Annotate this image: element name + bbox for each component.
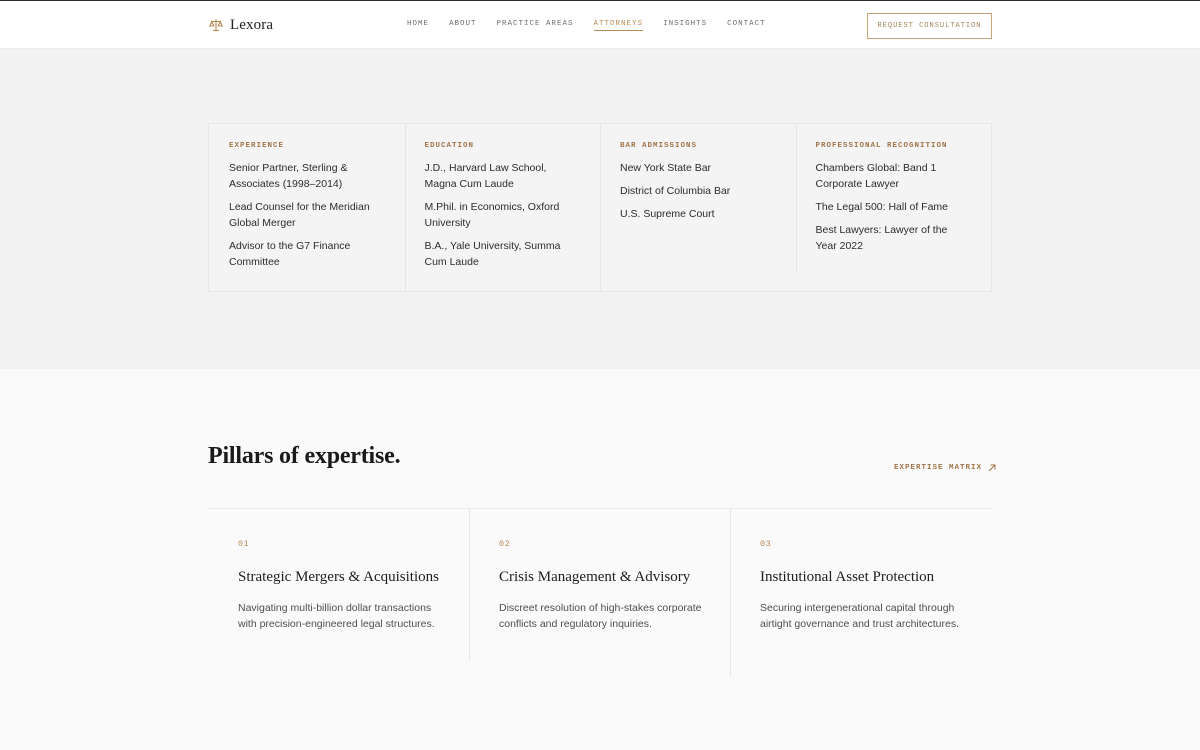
list-item: Best Lawyers: Lawyer of the Year 2022 <box>815 224 948 252</box>
pillars-grid: 01 Strategic Mergers & Acquisitions Navi… <box>208 509 992 679</box>
list-item: B.A., Yale University, Summa Cum Laude <box>424 240 561 268</box>
list-item: U.S. Supreme Court <box>620 208 715 220</box>
list-item: New York State Bar <box>620 162 712 174</box>
pillar-number: 02 <box>499 539 511 549</box>
site-header: Lexora HOME ABOUT PRACTICE AREAS ATTORNE… <box>0 0 1200 49</box>
column-title: EXPERIENCE <box>229 142 285 150</box>
scales-icon <box>209 19 223 32</box>
pillar-description: Navigating multi-billion dollar transact… <box>238 602 435 630</box>
pillar-title: Crisis Management & Advisory <box>499 569 691 585</box>
pillar-number: 01 <box>238 539 250 549</box>
list-item: The Legal 500: Hall of Fame <box>815 201 949 213</box>
list-item: Senior Partner, Sterling & Associates (1… <box>229 162 348 190</box>
credentials-column-education: EDUCATION J.D., Harvard Law School, Magn… <box>404 124 601 291</box>
expertise-section: Pillars of expertise. EXPERTISE MATRIX 0… <box>0 369 1200 750</box>
nav-link-insights[interactable]: INSIGHTS <box>663 20 707 30</box>
list-item: Lead Counsel for the Meridian Global Mer… <box>229 201 370 229</box>
nav-link-home[interactable]: HOME <box>407 20 429 30</box>
credentials-card: EXPERIENCE Senior Partner, Sterling & As… <box>208 123 992 292</box>
pillar-description: Discreet resolution of high-stakes corpo… <box>499 602 702 630</box>
list-item: J.D., Harvard Law School, Magna Cum Laud… <box>424 162 547 190</box>
brand-logo[interactable]: Lexora <box>209 15 273 35</box>
request-consultation-button[interactable]: REQUEST CONSULTATION <box>867 13 992 39</box>
pillar-description: Securing intergenerational capital throu… <box>760 602 960 630</box>
pillar-number: 03 <box>760 539 772 549</box>
section-title: Pillars of expertise. <box>208 443 401 469</box>
main-nav: HOME ABOUT PRACTICE AREAS ATTORNEYS INSI… <box>407 20 766 31</box>
nav-link-practice-areas[interactable]: PRACTICE AREAS <box>497 20 574 30</box>
pillar-card: 02 Crisis Management & Advisory Discreet… <box>469 509 730 632</box>
column-title: EDUCATION <box>424 142 475 150</box>
list-item: Chambers Global: Band 1 Corporate Lawyer <box>815 162 937 190</box>
nav-link-contact[interactable]: CONTACT <box>727 20 766 30</box>
list-item: District of Columbia Bar <box>620 185 731 197</box>
list-item: M.Phil. in Economics, Oxford University <box>424 201 560 229</box>
credentials-section: EXPERIENCE Senior Partner, Sterling & As… <box>0 49 1200 369</box>
pillar-title: Strategic Mergers & Acquisitions <box>238 569 439 585</box>
list-item: Advisor to the G7 Finance Committee <box>229 240 351 268</box>
column-title: PROFESSIONAL RECOGNITION <box>815 142 948 150</box>
pillar-card: 03 Institutional Asset Protection Securi… <box>730 509 991 632</box>
expertise-matrix-link[interactable]: EXPERTISE MATRIX <box>894 464 996 472</box>
pillar-title: Institutional Asset Protection <box>760 569 935 585</box>
brand-name: Lexora <box>230 16 274 33</box>
column-title: BAR ADMISSIONS <box>620 142 698 150</box>
pillar-card: 01 Strategic Mergers & Acquisitions Navi… <box>208 509 469 632</box>
arrow-up-right-icon <box>988 464 996 472</box>
credentials-column-recognition: PROFESSIONAL RECOGNITION Chambers Global… <box>795 124 992 291</box>
expertise-matrix-label: EXPERTISE MATRIX <box>894 464 983 472</box>
nav-link-about[interactable]: ABOUT <box>449 20 477 30</box>
nav-link-attorneys[interactable]: ATTORNEYS <box>593 20 644 31</box>
credentials-column-bar-admissions: BAR ADMISSIONS New York State Bar Distri… <box>600 124 796 291</box>
credentials-column-experience: EXPERIENCE Senior Partner, Sterling & As… <box>209 124 405 291</box>
